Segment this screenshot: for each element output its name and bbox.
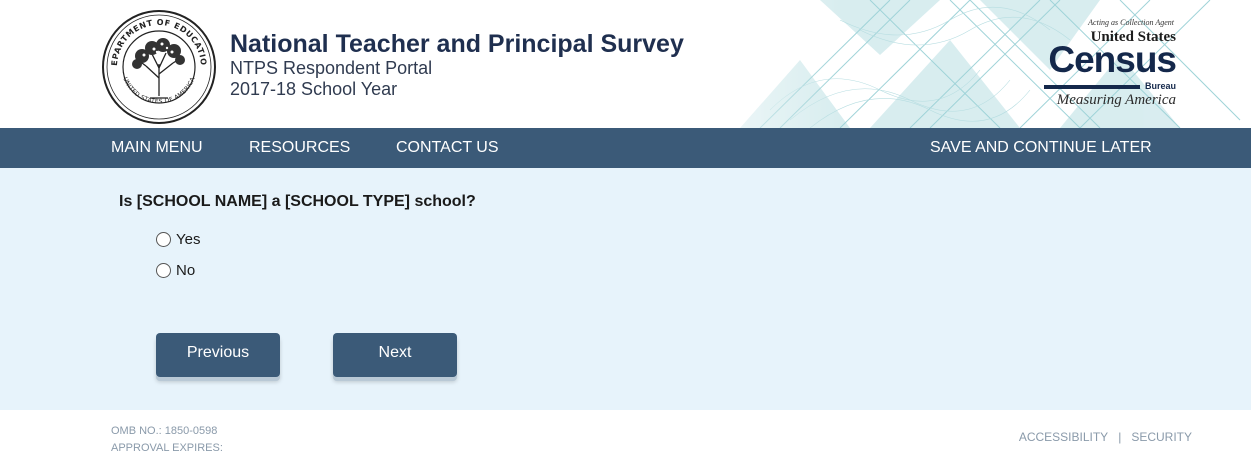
main-navigation: MAIN MENU RESOURCES CONTACT US SAVE AND …: [0, 128, 1251, 168]
omb-number: OMB NO.: 1850-0598: [111, 425, 218, 437]
radio-button-no[interactable]: [156, 262, 171, 278]
next-button[interactable]: Next: [333, 333, 457, 377]
nav-save-and-continue-later[interactable]: SAVE AND CONTINUE LATER: [930, 128, 1152, 168]
option-no[interactable]: No: [156, 260, 195, 280]
option-yes[interactable]: Yes: [156, 229, 200, 249]
header-titles: National Teacher and Principal Survey NT…: [230, 30, 684, 100]
census-acting-text: Acting as Collection Agent: [1088, 18, 1174, 27]
census-tagline: Measuring America: [1056, 92, 1176, 108]
nav-resources[interactable]: RESOURCES: [249, 128, 350, 168]
census-bureau-text: Bureau: [1144, 81, 1176, 91]
security-link[interactable]: SECURITY: [1131, 430, 1192, 444]
census-bureau-logo: Acting as Collection Agent United States…: [1008, 10, 1186, 122]
option-yes-label[interactable]: Yes: [176, 231, 200, 248]
question-text: Is [SCHOOL NAME] a [SCHOOL TYPE] school?: [119, 193, 476, 210]
portal-subtitle: NTPS Respondent Portal: [230, 58, 433, 78]
site-header: DEPARTMENT OF EDUCATION UNITED STATES OF…: [0, 0, 1251, 128]
approval-expires: APPROVAL EXPIRES:: [111, 442, 223, 454]
footer-omb-info: OMB NO.: 1850-0598 APPROVAL EXPIRES:: [111, 423, 223, 457]
radio-button-yes[interactable]: [156, 231, 171, 247]
option-no-label[interactable]: No: [176, 262, 195, 279]
accessibility-link[interactable]: ACCESSIBILITY: [1019, 430, 1108, 444]
nav-main-menu[interactable]: MAIN MENU: [111, 128, 203, 168]
nav-contact-us[interactable]: CONTACT US: [396, 128, 499, 168]
footer-links: ACCESSIBILITY | SECURITY: [1019, 430, 1192, 444]
previous-button[interactable]: Previous: [156, 333, 280, 377]
site-title: National Teacher and Principal Survey: [230, 30, 684, 58]
school-year: 2017-18 School Year: [230, 79, 398, 99]
footer-separator: |: [1118, 430, 1122, 444]
census-underline: [1044, 85, 1140, 89]
census-wordmark: Census: [1048, 39, 1177, 80]
survey-question-panel: Is [SCHOOL NAME] a [SCHOOL TYPE] school?…: [0, 168, 1251, 410]
department-of-education-seal-icon: DEPARTMENT OF EDUCATION UNITED STATES OF…: [100, 8, 216, 124]
